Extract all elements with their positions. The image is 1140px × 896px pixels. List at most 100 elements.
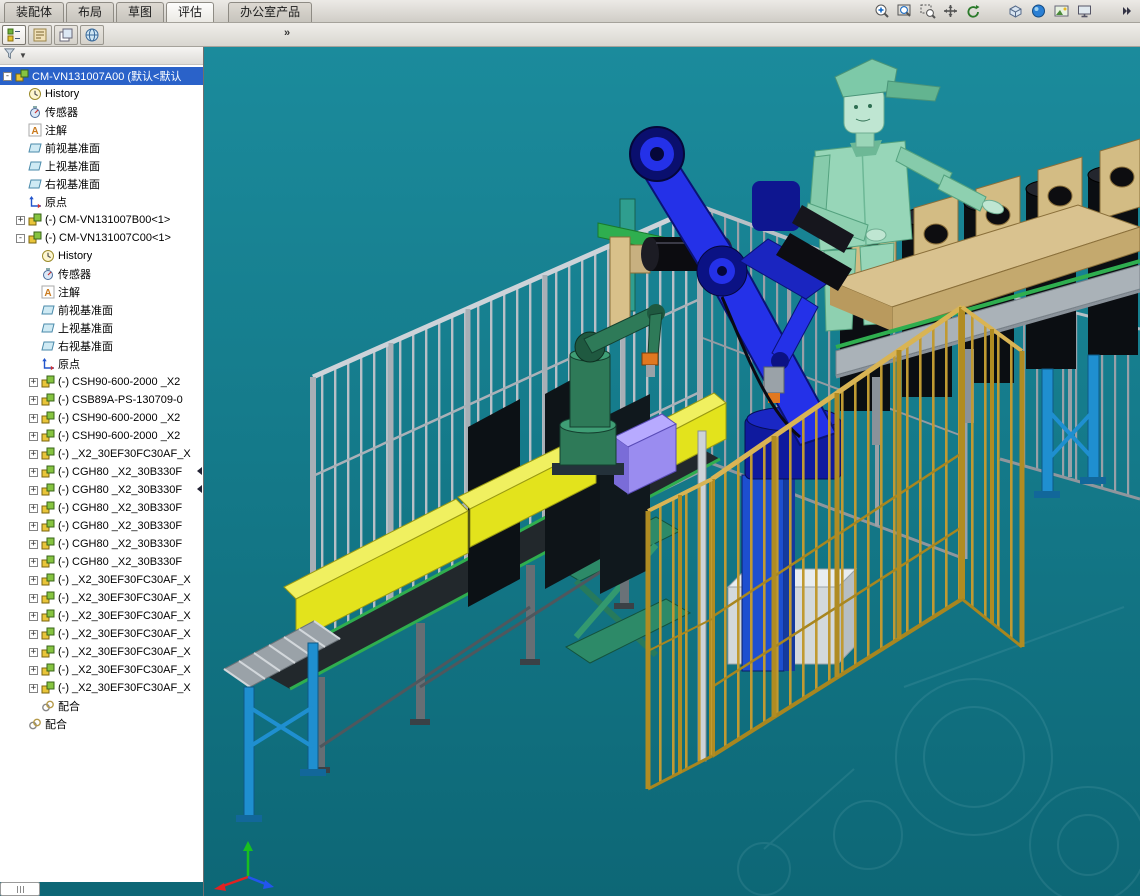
tree-item[interactable]: +(-) _X2_30EF30FC30AF_X: [0, 607, 203, 625]
configurationmanager-tab-icon[interactable]: [54, 25, 78, 45]
tree-item[interactable]: + (-) CGH80 _X2_30B330F: [0, 499, 203, 517]
tree-item-label: 传感器: [58, 266, 91, 282]
tree-item-label: 传感器: [45, 104, 78, 120]
tree-item-label: (-) CGH80 _X2_30B330F: [58, 538, 182, 550]
tree-item[interactable]: +(-) CGH80 _X2_30B330F: [0, 463, 203, 481]
tab-1[interactable]: 装配体: [4, 2, 64, 22]
tree-item[interactable]: 传感器: [0, 265, 203, 283]
tree-item-label: (-) CGH80 _X2_30B330F: [58, 502, 182, 514]
assembly-icon: [41, 501, 55, 515]
tree-expander[interactable]: +: [29, 396, 38, 405]
tree-expander[interactable]: +: [29, 504, 38, 513]
tree-item[interactable]: + (-) CGH80 _X2_30B330F: [0, 535, 203, 553]
tree-item[interactable]: +(-) CGH80 _X2_30B330F: [0, 481, 203, 499]
tab-5[interactable]: 办公室产品: [228, 2, 312, 22]
tree-item[interactable]: 上视基准面: [0, 157, 203, 175]
tree-expander[interactable]: +: [29, 522, 38, 531]
tree-item[interactable]: + (-) _X2_30EF30FC30AF_X: [0, 625, 203, 643]
chevron-down-icon[interactable]: ▼: [19, 52, 27, 60]
tree-expander[interactable]: +: [29, 486, 38, 495]
scrollbar-thumb[interactable]: [0, 882, 40, 896]
assembly-icon: [28, 213, 42, 227]
tree-expander[interactable]: +: [29, 450, 38, 459]
tree-item[interactable]: +(-) CSB89A-PS-130709-0: [0, 391, 203, 409]
tree-item[interactable]: -CM-VN131007A00 (默认<默认: [0, 67, 203, 85]
tree-item-label: (-) _X2_30EF30FC30AF_X: [58, 628, 191, 640]
tree-item[interactable]: +(-) _X2_30EF30FC30AF_X: [0, 589, 203, 607]
tree-item[interactable]: 右视基准面: [0, 175, 203, 193]
appearance-icon[interactable]: [1028, 2, 1048, 20]
tree-expander[interactable]: +: [29, 558, 38, 567]
tree-expander[interactable]: +: [29, 594, 38, 603]
tree-item[interactable]: 前视基准面: [0, 301, 203, 319]
tree-expander[interactable]: +: [29, 432, 38, 441]
plane-icon: [28, 141, 42, 155]
tree-item[interactable]: +(-) CSH90-600-2000 _X2: [0, 373, 203, 391]
expand-toolbar-icon[interactable]: [1116, 2, 1136, 20]
assembly-icon: [41, 519, 55, 533]
tree-expander[interactable]: +: [29, 630, 38, 639]
tree-item[interactable]: 前视基准面: [0, 139, 203, 157]
tree-item[interactable]: 原点: [0, 193, 203, 211]
tree-expander[interactable]: +: [29, 612, 38, 621]
propertymanager-tab-icon[interactable]: [28, 25, 52, 45]
tree-item[interactable]: 配合: [0, 697, 203, 715]
tree-item[interactable]: A注解: [0, 283, 203, 301]
tree-item[interactable]: +(-) _X2_30EF30FC30AF_X: [0, 661, 203, 679]
tree-expander[interactable]: -: [16, 234, 25, 243]
tree-item-label: 配合: [58, 698, 80, 714]
tree-expander[interactable]: +: [16, 216, 25, 225]
tree-item-label: 右视基准面: [58, 338, 113, 354]
view-settings-icon[interactable]: [1074, 2, 1094, 20]
tree-item-label: (-) _X2_30EF30FC30AF_X: [58, 646, 191, 658]
tree-expander[interactable]: +: [29, 378, 38, 387]
tree-item[interactable]: +(-) CSH90-600-2000 _X2: [0, 409, 203, 427]
tree-expander[interactable]: +: [29, 666, 38, 675]
viewport-3d[interactable]: [204, 47, 1140, 896]
feature-tree: -CM-VN131007A00 (默认<默认History传感器A注解前视基准面…: [0, 65, 203, 882]
tree-item[interactable]: A注解: [0, 121, 203, 139]
zoom-to-fit-icon[interactable]: [894, 2, 914, 20]
tree-item[interactable]: +(-) _X2_30EF30FC30AF_X: [0, 445, 203, 463]
tab-2[interactable]: 布局: [66, 2, 114, 22]
tree-expander[interactable]: +: [29, 540, 38, 549]
pan-icon[interactable]: [940, 2, 960, 20]
displaymanager-tab-icon[interactable]: [80, 25, 104, 45]
tree-item[interactable]: -(-) CM-VN131007C00<1>: [0, 229, 203, 247]
tree-item[interactable]: History: [0, 247, 203, 265]
tree-expander[interactable]: +: [29, 414, 38, 423]
tree-item[interactable]: History: [0, 85, 203, 103]
zoom-in-out-icon[interactable]: [871, 2, 891, 20]
tab-4[interactable]: 评估: [166, 2, 214, 22]
toolbar-overflow-chevron[interactable]: »: [284, 27, 289, 39]
tree-item[interactable]: 上视基准面: [0, 319, 203, 337]
tree-item[interactable]: +(-) CGH80 _X2_30B330F: [0, 553, 203, 571]
filter-funnel-icon[interactable]: [3, 47, 16, 65]
zoom-to-area-icon[interactable]: [917, 2, 937, 20]
tree-item[interactable]: +(-) CGH80 _X2_30B330F: [0, 517, 203, 535]
tab-3[interactable]: 草图: [116, 2, 164, 22]
panel-splitter-handle[interactable]: [195, 467, 203, 493]
assembly-icon: [41, 483, 55, 497]
tree-expander[interactable]: +: [29, 648, 38, 657]
tree-item[interactable]: 传感器: [0, 103, 203, 121]
tree-expander[interactable]: +: [29, 576, 38, 585]
secondary-toolbar: »: [0, 23, 1140, 47]
tree-expander[interactable]: +: [29, 684, 38, 693]
tree-item[interactable]: +(-) CM-VN131007B00<1>: [0, 211, 203, 229]
tree-item[interactable]: 原点: [0, 355, 203, 373]
sensors-icon: [28, 105, 42, 119]
tree-item[interactable]: + (-) _X2_30EF30FC30AF_X: [0, 643, 203, 661]
rotate-view-icon[interactable]: [963, 2, 983, 20]
display-style-icon[interactable]: [1005, 2, 1025, 20]
tree-item[interactable]: 右视基准面: [0, 337, 203, 355]
tree-item[interactable]: +(-) _X2_30EF30FC30AF_X: [0, 679, 203, 697]
tree-horizontal-scrollbar[interactable]: [0, 882, 203, 896]
tree-expander[interactable]: -: [3, 72, 12, 81]
tree-item[interactable]: +(-) CSH90-600-2000 _X2: [0, 427, 203, 445]
featuremanager-tab-icon[interactable]: [2, 25, 26, 45]
tree-expander[interactable]: +: [29, 468, 38, 477]
scene-icon[interactable]: [1051, 2, 1071, 20]
tree-item[interactable]: +(-) _X2_30EF30FC30AF_X: [0, 571, 203, 589]
tree-item[interactable]: 配合: [0, 715, 203, 733]
